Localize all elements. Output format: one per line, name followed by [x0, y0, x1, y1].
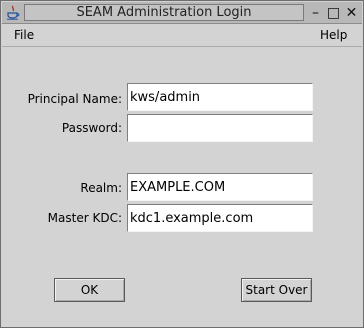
window-title: SEAM Administration Login [24, 4, 304, 21]
java-cup-icon[interactable] [6, 5, 20, 20]
maximize-icon[interactable]: □ [325, 3, 342, 22]
menu-help[interactable]: Help [320, 28, 347, 42]
principal-name-field[interactable] [127, 83, 313, 111]
password-field[interactable] [127, 114, 313, 142]
title-bar[interactable]: SEAM Administration Login – □ ✕ [2, 2, 362, 24]
password-label: Password: [61, 121, 122, 135]
ok-button[interactable]: OK [54, 278, 125, 302]
realm-field[interactable] [127, 173, 313, 201]
master-kdc-label: Master KDC: [47, 211, 122, 225]
close-icon[interactable]: ✕ [343, 3, 360, 22]
principal-name-label: Principal Name: [27, 92, 122, 106]
minimize-icon[interactable]: – [307, 3, 324, 22]
realm-label: Realm: [80, 181, 122, 195]
master-kdc-field[interactable] [127, 204, 313, 232]
menu-bar: File Help [2, 24, 362, 47]
login-window: SEAM Administration Login – □ ✕ File Hel… [0, 0, 364, 328]
start-over-button[interactable]: Start Over [241, 278, 312, 302]
menu-file[interactable]: File [14, 28, 34, 42]
